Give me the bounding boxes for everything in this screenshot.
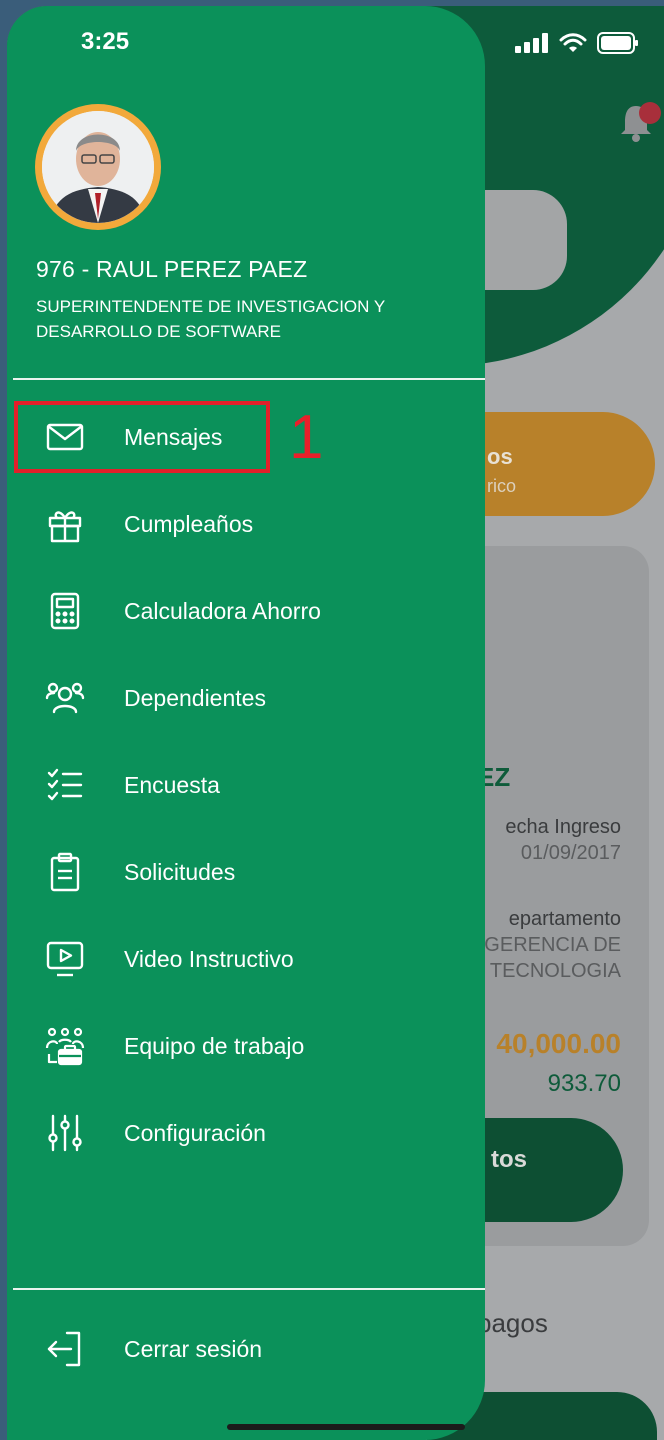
checklist-icon	[47, 768, 83, 801]
battery-icon	[597, 32, 638, 54]
menu-item-label: Encuesta	[124, 772, 220, 798]
menu-item-label: Video Instructivo	[124, 946, 294, 972]
status-icons	[515, 32, 639, 54]
background-amount-2: 933.70	[547, 1070, 621, 1097]
logout-icon	[47, 1331, 81, 1367]
menu-item-video-instructivo[interactable]: Video Instructivo	[13, 922, 485, 996]
signal-icon	[515, 33, 548, 53]
phone-screen: os rico EZ echa Ingreso 01/09/2017 epart…	[7, 6, 664, 1440]
background-fecha-label: echa Ingreso	[505, 816, 621, 838]
avatar[interactable]	[35, 104, 161, 230]
menu-item-calculadora-ahorro[interactable]: Calculadora Ahorro	[13, 574, 485, 648]
team-icon	[45, 1027, 85, 1066]
background-section-title: pagos	[477, 1308, 548, 1338]
menu-item-encuesta[interactable]: Encuesta	[13, 748, 485, 822]
background-amount-1: 40,000.00	[496, 1028, 621, 1059]
status-time: 3:25	[81, 28, 130, 55]
background-depto-value-1: GERENCIA DE	[484, 934, 621, 956]
footer-divider	[13, 1288, 485, 1290]
background-orange-subtitle: rico	[487, 476, 517, 496]
menu-item-label: Solicitudes	[124, 859, 236, 885]
annotation-number: 1	[289, 403, 324, 472]
background-fecha-value: 01/09/2017	[520, 842, 621, 864]
calculator-icon	[50, 592, 80, 630]
background-depto-label: epartamento	[508, 908, 621, 930]
gift-icon	[48, 511, 82, 543]
menu-item-dependientes[interactable]: Dependientes	[13, 661, 485, 735]
logout-label: Cerrar sesión	[124, 1336, 263, 1362]
user-job-title: SUPERINTENDENTE DE INVESTIGACION Y DESAR…	[36, 297, 385, 341]
background-orange-title: os	[487, 444, 513, 469]
video-icon	[46, 941, 84, 977]
people-icon	[45, 682, 85, 714]
background-depto-value-2: TECNOLOGIA	[489, 960, 621, 982]
menu-item-label: Cumpleaños	[124, 511, 254, 537]
menu-item-configuracion[interactable]: Configuración	[13, 1096, 485, 1170]
clipboard-icon	[50, 852, 80, 892]
menu-item-label: Configuración	[124, 1120, 266, 1146]
background-button-label: tos	[491, 1146, 527, 1173]
menu-item-equipo-de-trabajo[interactable]: Equipo de trabajo	[13, 1009, 485, 1083]
logout-button[interactable]: Cerrar sesión	[13, 1312, 485, 1386]
sliders-icon	[48, 1114, 82, 1152]
notification-dot	[639, 102, 661, 124]
menu-item-label: Calculadora Ahorro	[124, 598, 321, 624]
menu-item-label: Dependientes	[124, 685, 266, 711]
menu-item-cumpleanos[interactable]: Cumpleaños	[13, 487, 485, 561]
avatar-photo	[42, 111, 154, 223]
navigation-drawer: 3:25 976 - RAUL PEREZ PAEZ SUPERINTENDEN…	[7, 6, 485, 1440]
user-name: 976 - RAUL PEREZ PAEZ	[36, 256, 308, 282]
highlight-box	[14, 401, 270, 473]
home-indicator	[227, 1424, 465, 1430]
header-divider	[13, 378, 485, 380]
wifi-icon	[559, 33, 587, 52]
menu-item-label: Equipo de trabajo	[124, 1033, 305, 1059]
menu-item-solicitudes[interactable]: Solicitudes	[13, 835, 485, 909]
